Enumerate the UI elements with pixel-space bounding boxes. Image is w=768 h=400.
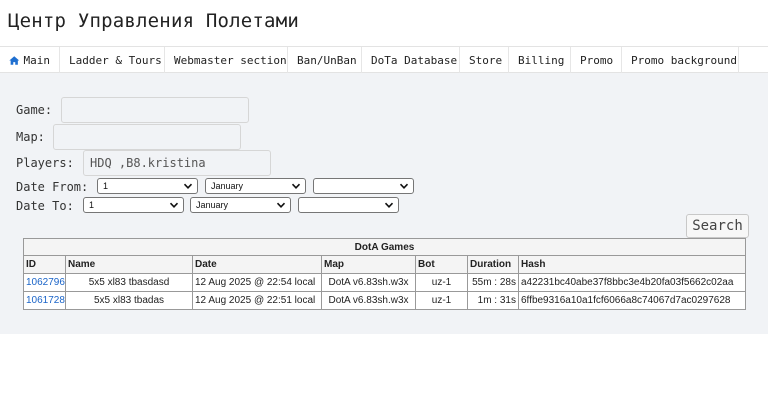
- date-to-label: Date To:: [16, 199, 74, 213]
- chevron-down-icon: [291, 183, 301, 189]
- game-hash-cell: 6ffbe9316a10a1fcf6066a8c74067d7ac0297628: [517, 291, 747, 310]
- table-row: 1061728 5x5 xl83 tbadas 12 Aug 2025 @ 22…: [23, 291, 747, 310]
- game-duration-cell: 55m : 28s: [467, 273, 519, 292]
- game-label: Game:: [16, 103, 53, 117]
- nav-item-label: Main: [23, 53, 51, 67]
- table-caption: DotA Games: [22, 238, 747, 256]
- chevron-down-icon: [384, 202, 394, 208]
- game-input[interactable]: [61, 97, 249, 123]
- table-row: 1062796 5x5 xl83 tbasdasd 12 Aug 2025 @ …: [23, 273, 747, 292]
- game-bot-cell: uz-1: [415, 291, 468, 310]
- dota-games-table: DotA Games ID Name Date Map Bot Duration…: [22, 238, 747, 310]
- date-from-label: Date From:: [16, 180, 89, 194]
- game-id-cell: 1061728: [23, 291, 66, 310]
- players-input[interactable]: [83, 150, 271, 176]
- game-date-cell: 12 Aug 2025 @ 22:54 local: [192, 273, 322, 292]
- date-to-year-select[interactable]: [298, 197, 399, 213]
- select-value: January: [196, 200, 229, 210]
- table-header-row: ID Name Date Map Bot Duration Hash: [23, 255, 747, 274]
- game-date-cell: 12 Aug 2025 @ 22:51 local: [192, 291, 322, 310]
- date-from-year-select[interactable]: [313, 178, 414, 194]
- game-id-link[interactable]: 1062796: [26, 277, 65, 288]
- date-from-day-select[interactable]: 1: [97, 178, 198, 194]
- game-duration-cell: 1m : 31s: [467, 291, 519, 310]
- nav-item-promo-background[interactable]: Promo background: [622, 47, 739, 73]
- column-header-date: Date: [192, 255, 322, 274]
- players-label: Players:: [16, 156, 74, 170]
- game-id-link[interactable]: 1061728: [26, 295, 65, 306]
- chevron-down-icon: [399, 183, 409, 189]
- nav-item-store[interactable]: Store: [460, 47, 509, 73]
- main-navbar: Main Ladder & Tours Webmaster section Ba…: [0, 46, 768, 73]
- date-to-day-select[interactable]: 1: [83, 197, 184, 213]
- home-icon: [9, 55, 20, 65]
- nav-item-ban-unban[interactable]: Ban/UnBan: [288, 47, 362, 73]
- select-value: January: [211, 181, 244, 191]
- chevron-down-icon: [169, 202, 179, 208]
- column-header-bot: Bot: [415, 255, 468, 274]
- game-hash-cell: a42231bc40abe37f8bbc3e4b20fa03f5662c02aa: [517, 273, 747, 292]
- map-input[interactable]: [53, 124, 241, 150]
- nav-item-dota-database[interactable]: DoTa Database: [362, 47, 460, 73]
- nav-item-ladder-tours[interactable]: Ladder & Tours: [60, 47, 165, 73]
- column-header-name: Name: [65, 255, 193, 274]
- nav-item-promo[interactable]: Promo: [571, 47, 622, 73]
- nav-item-billing[interactable]: Billing: [509, 47, 571, 73]
- nav-item-webmaster-section[interactable]: Webmaster section: [165, 47, 288, 73]
- site-title: Центр Управления Полетами: [8, 10, 299, 32]
- column-header-id: ID: [23, 255, 66, 274]
- select-value: 1: [103, 181, 109, 191]
- column-header-duration: Duration: [467, 255, 519, 274]
- date-from-month-select[interactable]: January: [205, 178, 306, 194]
- nav-item-label: Webmaster section: [174, 53, 287, 67]
- nav-item-label: Ladder & Tours: [69, 53, 162, 67]
- search-button[interactable]: Search: [686, 214, 749, 238]
- nav-item-label: Ban/UnBan: [297, 53, 357, 67]
- game-bot-cell: uz-1: [415, 273, 468, 292]
- game-name-cell: 5x5 xl83 tbadas: [65, 291, 193, 310]
- game-map-cell: DotA v6.83sh.w3x: [321, 291, 416, 310]
- column-header-map: Map: [321, 255, 416, 274]
- chevron-down-icon: [183, 183, 193, 189]
- map-label: Map:: [16, 130, 45, 144]
- nav-item-label: Promo: [580, 53, 614, 67]
- game-id-cell: 1062796: [23, 273, 66, 292]
- game-map-cell: DotA v6.83sh.w3x: [321, 273, 416, 292]
- nav-item-label: Billing: [518, 53, 565, 67]
- column-header-hash: Hash: [517, 255, 747, 274]
- date-to-month-select[interactable]: January: [190, 197, 291, 213]
- select-value: 1: [89, 200, 95, 210]
- chevron-down-icon: [276, 202, 286, 208]
- nav-item-label: Store: [469, 53, 503, 67]
- nav-item-label: DoTa Database: [371, 53, 458, 67]
- nav-item-main[interactable]: Main: [0, 47, 60, 73]
- game-name-cell: 5x5 xl83 tbasdasd: [65, 273, 193, 292]
- nav-item-label: Promo background: [631, 53, 737, 67]
